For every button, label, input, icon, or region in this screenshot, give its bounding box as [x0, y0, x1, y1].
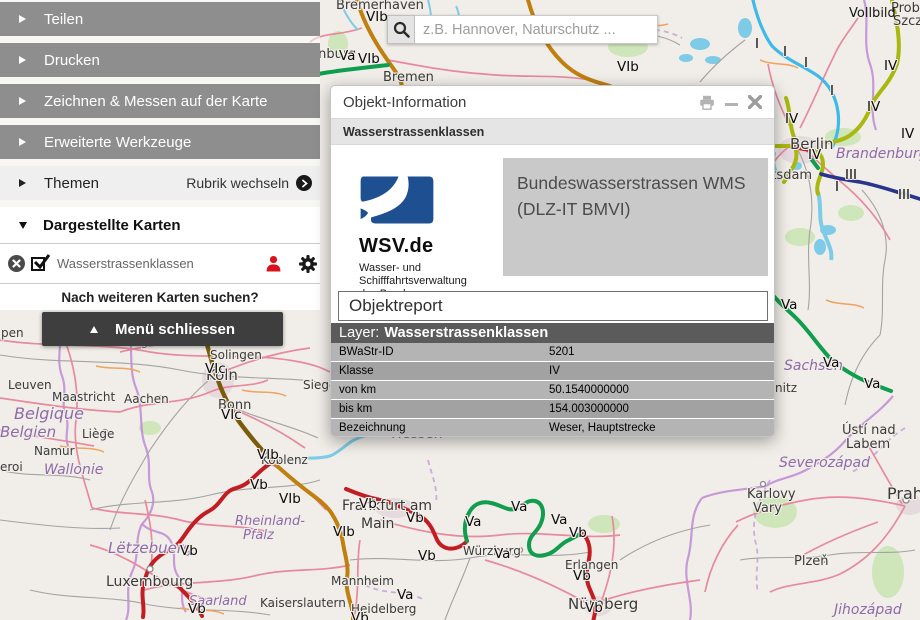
- wsv-subtitle-line: Wasser- und: [359, 262, 509, 275]
- attr-value: IV: [549, 365, 560, 377]
- close-menu-label: Menü schliessen: [115, 321, 235, 338]
- service-provider: (DLZ-IT BMVI): [517, 196, 754, 222]
- attr-value: Weser, Hauptstrecke: [549, 422, 656, 434]
- sidebar-item-erweiterte-werkzeuge[interactable]: Erweiterte Werkzeuge: [0, 125, 320, 159]
- wsv-brand-text: WSV.de: [359, 235, 509, 258]
- minimize-icon: [725, 95, 738, 109]
- arrow-right-circle-icon: [296, 175, 312, 191]
- wsv-subtitle-line: Schifffahrtsverwaltung: [359, 275, 509, 288]
- close-icon: [12, 259, 21, 268]
- service-title-box: Bundeswasserstrassen WMS (DLZ-IT BMVI): [503, 158, 768, 276]
- attr-value: 154.003000000: [549, 403, 629, 415]
- shown-maps-title: Dargestellte Karten: [43, 217, 181, 234]
- close-icon: [748, 95, 762, 109]
- sidebar-item-label: Drucken: [44, 52, 100, 69]
- dialog-title: Objekt-Information: [343, 94, 699, 111]
- table-row: von km 50.1540000000: [331, 381, 775, 400]
- fullscreen-link[interactable]: Vollbild: [849, 6, 896, 21]
- layer-prefix: Layer:: [339, 325, 379, 341]
- search-input[interactable]: [415, 15, 658, 44]
- wsv-logo: WSV.de Wasser- und Schifffahrtsverwaltun…: [359, 175, 509, 301]
- rubrik-wechseln-button[interactable]: Rubrik wechseln: [186, 175, 312, 191]
- shown-maps-panel: Dargestellte Karten Wasserstrassenklasse…: [0, 207, 320, 310]
- sidebar-item-teilen[interactable]: Teilen: [0, 2, 320, 36]
- report-layer-bar: Layer: Wasserstrassenklassen: [331, 323, 775, 343]
- attr-label: Klasse: [331, 365, 549, 377]
- sidebar-item-label: Erweiterte Werkzeuge: [44, 134, 191, 151]
- attr-label: von km: [331, 384, 549, 396]
- search-icon: [393, 21, 410, 38]
- sidebar-item-themen[interactable]: Themen Rubrik wechseln: [0, 166, 320, 200]
- chevron-down-icon: [19, 222, 27, 229]
- table-row: BWaStr-ID 5201: [331, 343, 775, 362]
- printer-icon: [699, 95, 715, 110]
- attr-label: BWaStr-ID: [331, 346, 549, 358]
- person-icon: [265, 255, 282, 272]
- chevron-up-icon: [90, 326, 98, 333]
- layer-user-button[interactable]: [265, 255, 282, 272]
- attr-label: bis km: [331, 403, 549, 415]
- dialog-section-header: Wasserstrassenklassen: [331, 118, 774, 145]
- attribute-table: BWaStr-ID 5201 Klasse IV von km 50.15400…: [331, 343, 775, 437]
- gear-icon: [299, 255, 317, 273]
- attr-value: 5201: [549, 346, 575, 358]
- sidebar-item-zeichnen-messen[interactable]: Zeichnen & Messen auf der Karte: [0, 84, 320, 118]
- table-row: Klasse IV: [331, 362, 775, 381]
- search-bar: [387, 15, 658, 44]
- chevron-right-icon: [19, 56, 26, 64]
- dialog-content: WSV.de Wasser- und Schifffahrtsverwaltun…: [331, 145, 774, 293]
- chevron-right-icon: [19, 97, 26, 105]
- search-more-maps-link[interactable]: Nach weiteren Karten suchen?: [0, 284, 320, 310]
- close-menu-button[interactable]: Menü schliessen: [42, 312, 283, 346]
- layer-visibility-checkbox[interactable]: [31, 255, 48, 272]
- remove-layer-button[interactable]: [8, 255, 25, 272]
- dialog-titlebar: Objekt-Information: [331, 86, 774, 118]
- table-row: bis km 154.003000000: [331, 400, 775, 419]
- shown-maps-header[interactable]: Dargestellte Karten: [0, 207, 320, 244]
- layer-name-label: Wasserstrassenklassen: [57, 256, 265, 271]
- chevron-right-icon: [19, 179, 26, 187]
- table-row: Bezeichnung Weser, Hauptstrecke: [331, 419, 775, 437]
- object-report-header: Objektreport: [338, 291, 768, 321]
- sidebar-item-label: Themen: [44, 175, 99, 192]
- layer-settings-button[interactable]: [299, 255, 317, 273]
- dialog-controls: [699, 95, 762, 110]
- report-layer-name: Wasserstrassenklassen: [384, 325, 548, 341]
- chevron-right-icon: [19, 138, 26, 146]
- print-button[interactable]: [699, 95, 715, 110]
- sidebar-item-label: Zeichnen & Messen auf der Karte: [44, 93, 267, 110]
- attr-value: 50.1540000000: [549, 384, 629, 396]
- close-dialog-button[interactable]: [748, 95, 762, 109]
- sidebar-item-drucken[interactable]: Drucken: [0, 43, 320, 77]
- chevron-right-icon: [19, 15, 26, 23]
- rubrik-wechseln-label: Rubrik wechseln: [186, 175, 289, 191]
- object-information-dialog: Objekt-Information: [330, 85, 775, 437]
- service-name: Bundeswasserstrassen WMS: [517, 170, 754, 196]
- search-button[interactable]: [387, 15, 415, 44]
- layer-row-wasserstrassenklassen: Wasserstrassenklassen: [0, 244, 320, 284]
- app-screen: BremerhavenBremenOldenburgProbSzczeBerli…: [0, 0, 920, 620]
- wsv-logo-icon: [359, 175, 435, 225]
- attr-label: Bezeichnung: [331, 422, 549, 434]
- sidebar-item-label: Teilen: [44, 11, 83, 28]
- checkmark-icon: [32, 252, 51, 271]
- minimize-button[interactable]: [725, 95, 738, 109]
